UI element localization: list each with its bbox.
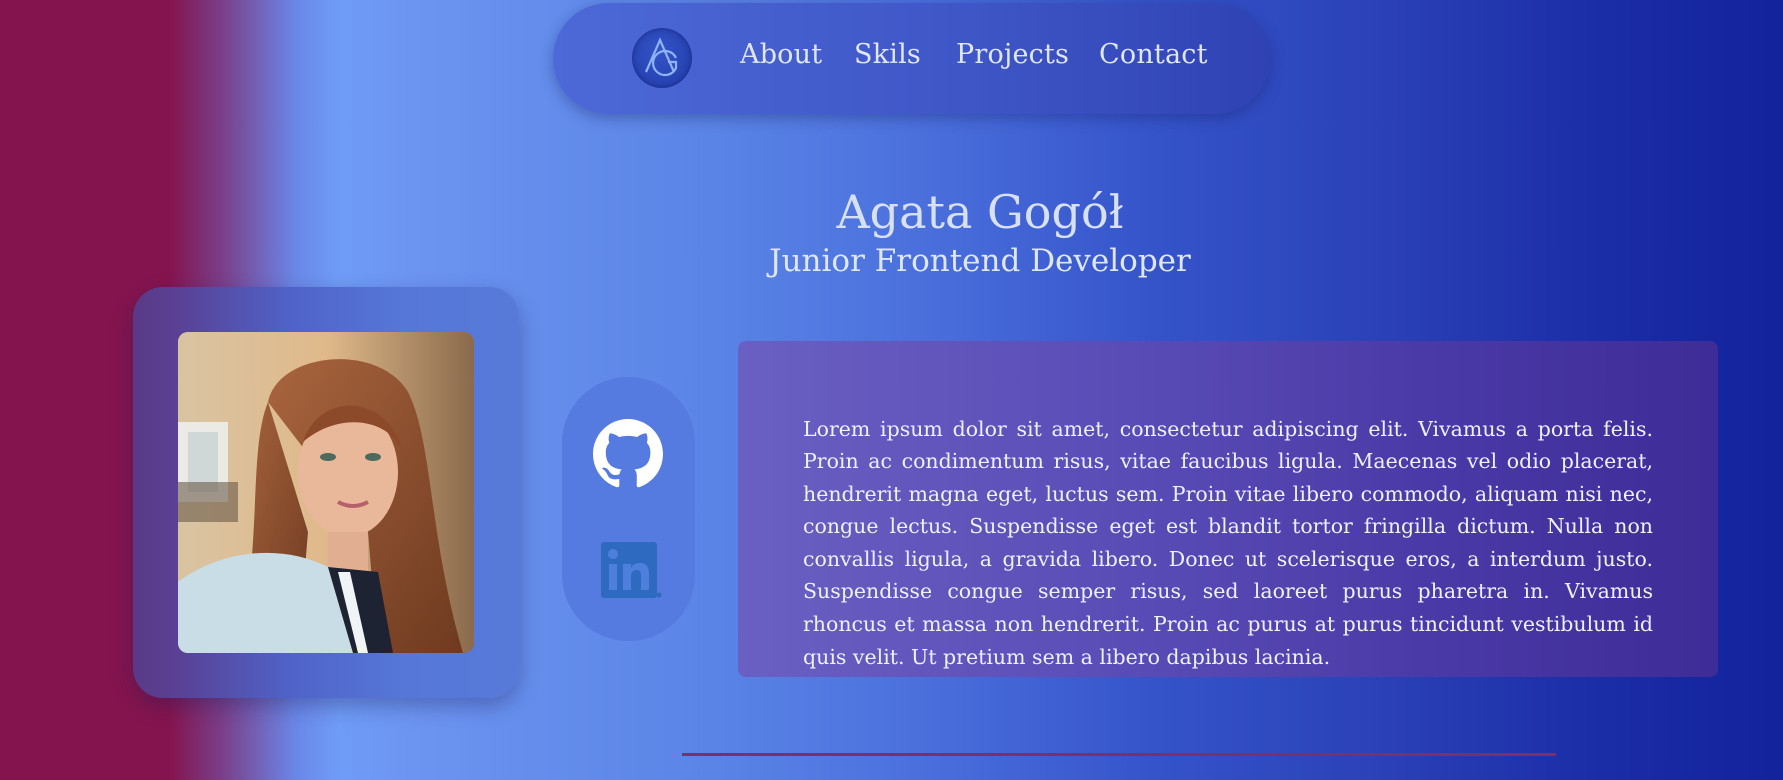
section-divider — [682, 753, 1556, 756]
github-icon[interactable] — [593, 419, 663, 493]
about-section: Lorem ipsum dolor sit amet, consectetur … — [738, 341, 1718, 677]
about-text: Lorem ipsum dolor sit amet, consectetur … — [803, 416, 1653, 669]
hero-role: Junior Frontend Developer — [769, 243, 1191, 279]
profile-photo-card — [133, 287, 519, 698]
profile-photo — [178, 332, 474, 653]
hero-name: Agata Gogół — [836, 185, 1124, 239]
social-links — [562, 377, 695, 641]
linkedin-icon[interactable] — [599, 540, 663, 606]
ag-logo-icon[interactable] — [632, 28, 692, 88]
nav-link-contact[interactable]: Contact — [1099, 39, 1208, 70]
nav-link-projects[interactable]: Projects — [956, 39, 1069, 70]
top-navigation: About Skils Projects Contact — [553, 3, 1270, 114]
nav-link-about[interactable]: About — [740, 39, 822, 70]
nav-link-skils[interactable]: Skils — [854, 39, 921, 70]
